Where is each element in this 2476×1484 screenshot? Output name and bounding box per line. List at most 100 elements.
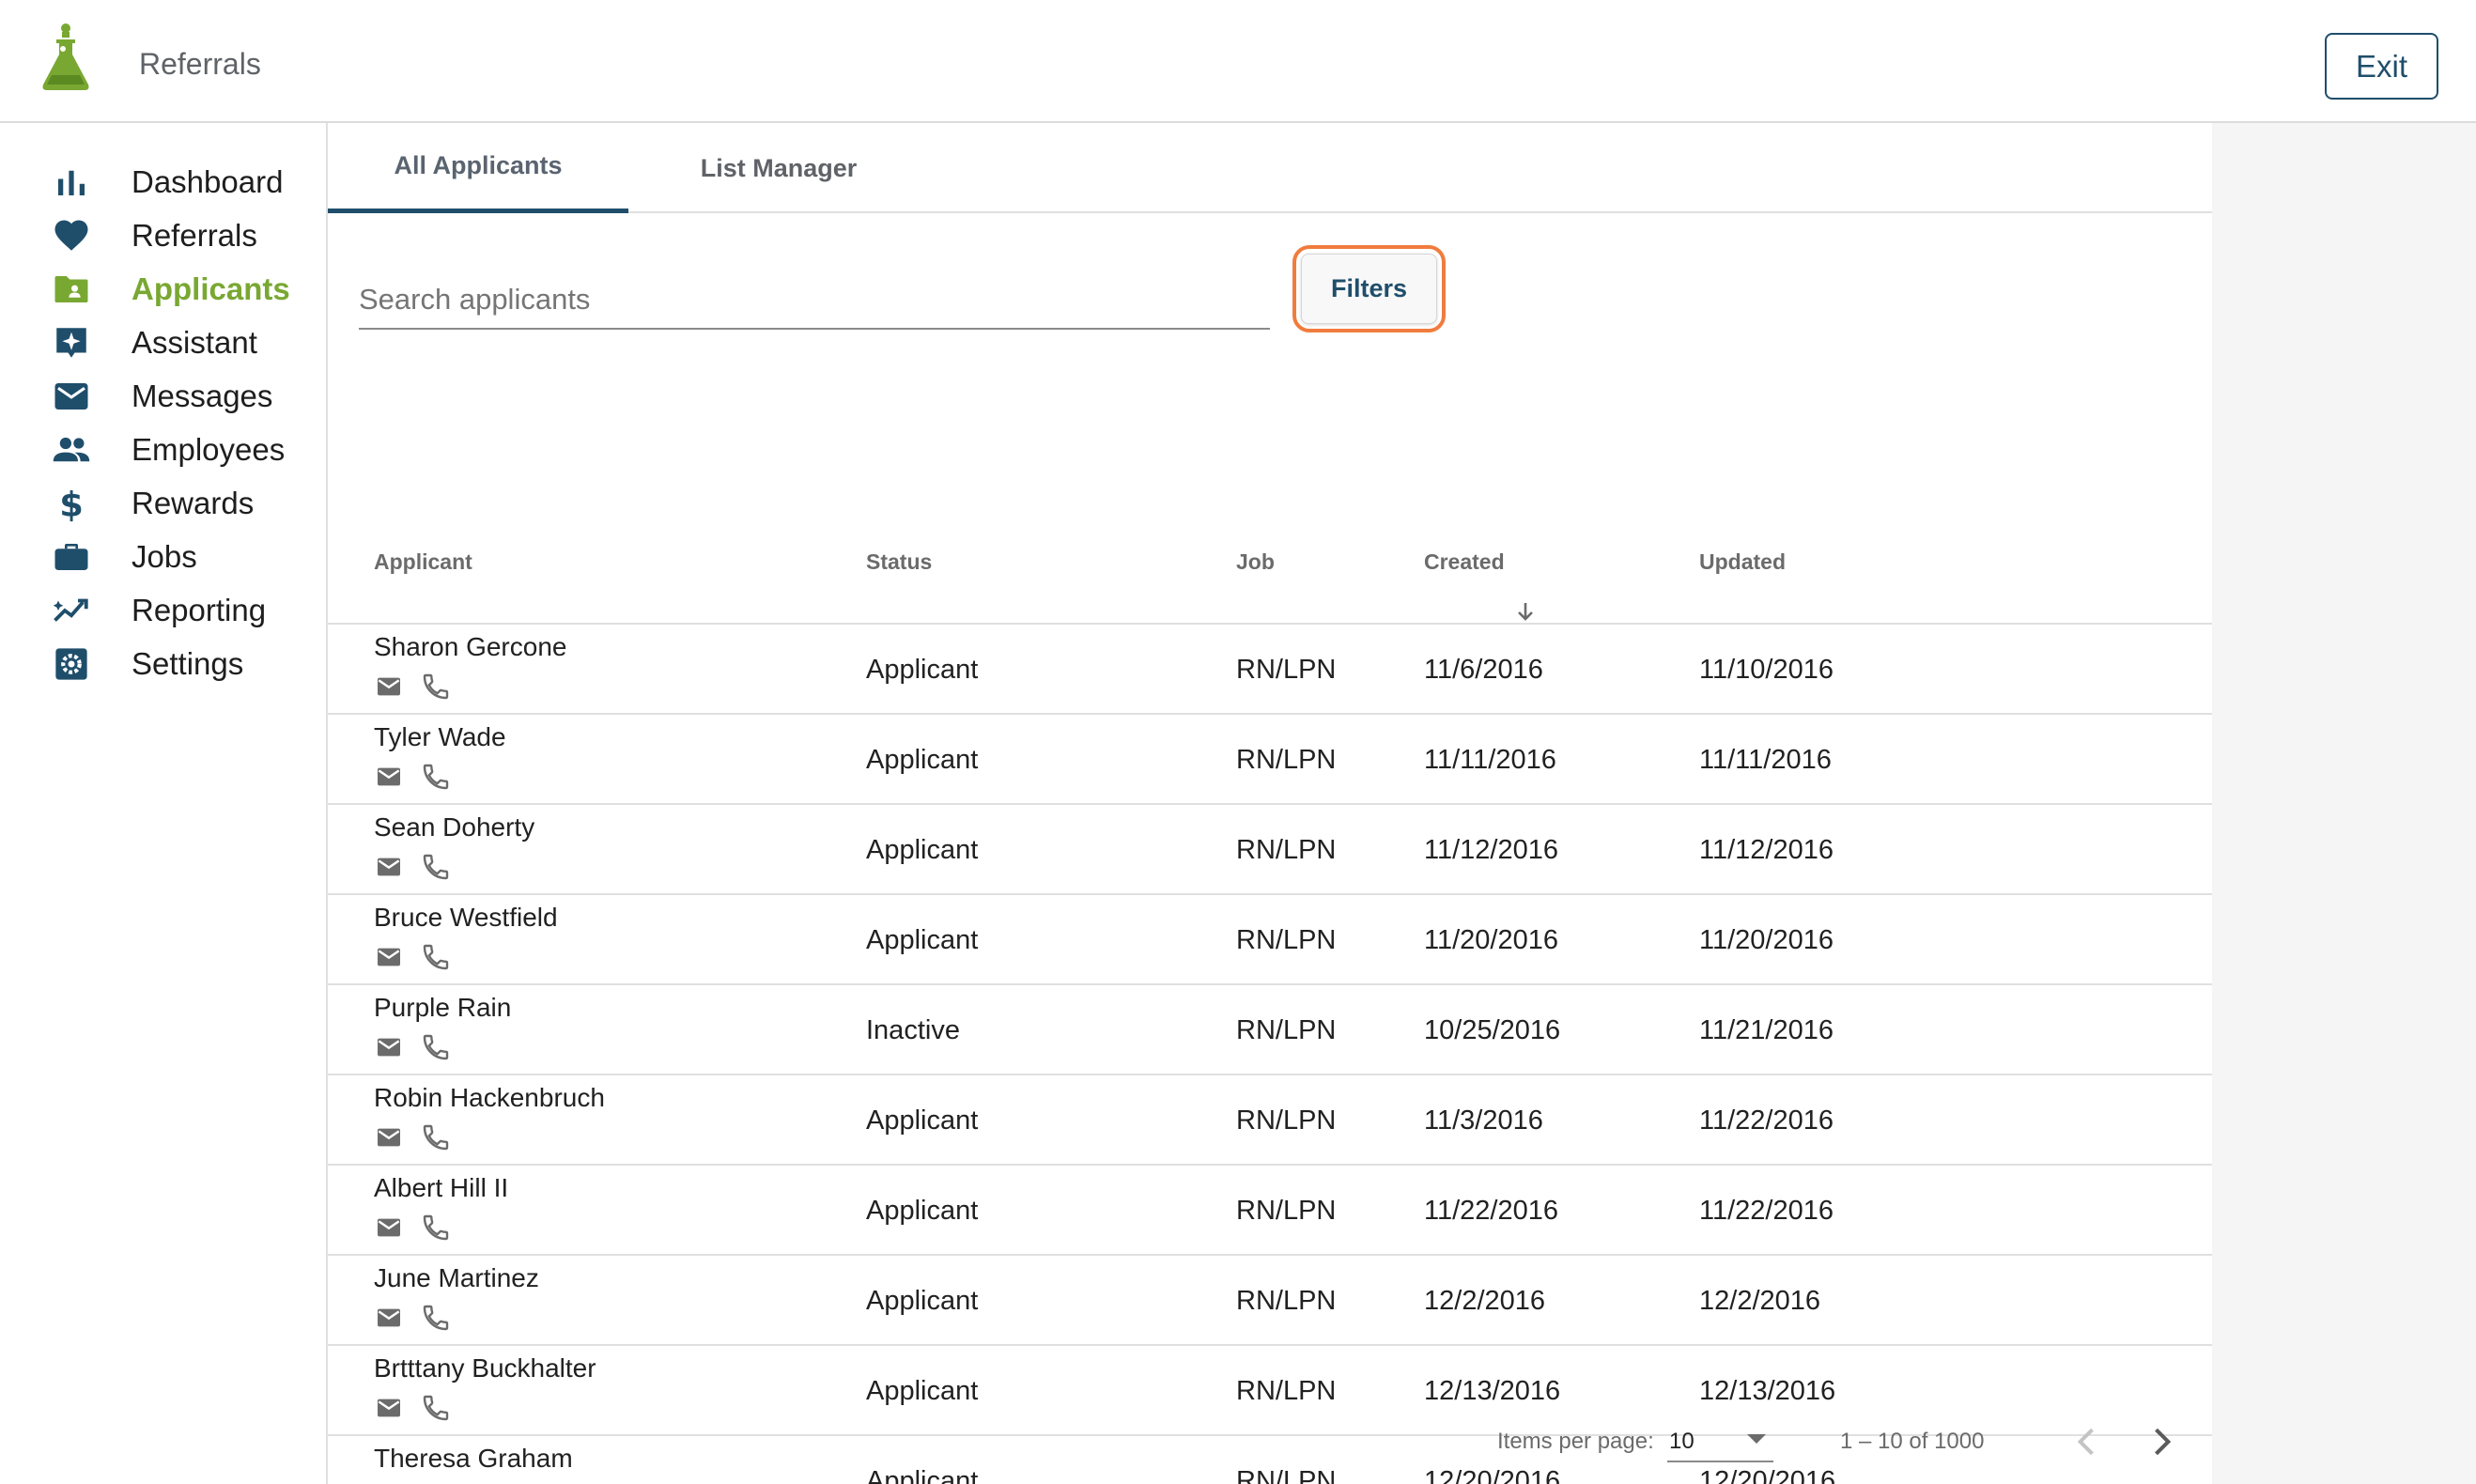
heart-icon (51, 215, 92, 256)
folder-person-icon (51, 269, 92, 310)
applicant-name[interactable]: June Martinez (374, 1263, 539, 1293)
paginator: Items per page: 10 1 – 10 of 1000 (328, 1387, 2212, 1481)
email-icon[interactable] (374, 672, 404, 702)
job-cell: RN/LPN (1236, 655, 1337, 685)
contact-icons (374, 852, 451, 882)
contact-icons (374, 672, 451, 702)
next-page-button[interactable] (2141, 1421, 2182, 1462)
exit-button[interactable]: Exit (2325, 33, 2438, 100)
table-row[interactable]: Sean Doherty Applicant RN/LPN 11/12/2016 11/… (328, 805, 2212, 895)
table-row[interactable]: Sharon Gercone Applicant RN/LPN 11/6/2016 11… (328, 625, 2212, 715)
items-per-page-select[interactable]: 10 (1667, 1421, 1773, 1462)
phone-icon[interactable] (421, 762, 451, 792)
column-header-created[interactable]: Created (1424, 499, 1537, 625)
contact-icons (374, 1213, 451, 1243)
items-per-page-label: Items per page: (1497, 1429, 1654, 1454)
contact-icons (374, 1032, 451, 1062)
status-cell: Applicant (866, 925, 979, 955)
envelope-icon (51, 376, 92, 417)
applicant-name[interactable]: Robin Hackenbruch (374, 1083, 605, 1113)
sidebar-item-label: Rewards (132, 486, 255, 520)
top-bar: Referrals Exit (0, 0, 2476, 123)
email-icon[interactable] (374, 1303, 404, 1333)
updated-cell: 11/11/2016 (1699, 745, 1832, 775)
updated-cell: 11/12/2016 (1699, 835, 1834, 865)
search-input[interactable] (359, 271, 1270, 328)
column-header-job[interactable]: Job (1236, 499, 1275, 625)
trending-icon (51, 590, 92, 631)
created-cell: 11/11/2016 (1424, 745, 1556, 775)
phone-icon[interactable] (421, 1122, 451, 1152)
sidebar: Dashboard Referrals Applicants Assistant… (0, 123, 328, 1484)
arrow-down-icon (1514, 552, 1537, 621)
phone-icon[interactable] (421, 1032, 451, 1062)
applicant-name[interactable]: Brtttany Buckhalter (374, 1353, 596, 1384)
job-cell: RN/LPN (1236, 925, 1337, 955)
sidebar-item-label: Referrals (132, 218, 257, 253)
created-cell: 11/6/2016 (1424, 655, 1543, 685)
applicant-name[interactable]: Tyler Wade (374, 722, 506, 752)
email-icon[interactable] (374, 1122, 404, 1152)
applicant-name[interactable]: Sharon Gercone (374, 632, 566, 662)
tab-all-applicants[interactable]: All Applicants (328, 123, 628, 213)
applicant-name[interactable]: Albert Hill II (374, 1173, 508, 1203)
previous-page-button[interactable] (2066, 1421, 2108, 1462)
sidebar-item-label: Dashboard (132, 164, 284, 199)
sidebar-item-settings[interactable]: Settings (0, 626, 326, 702)
status-cell: Applicant (866, 1105, 979, 1136)
sidebar-item-label: Employees (132, 432, 286, 467)
email-icon[interactable] (374, 852, 404, 882)
table-row[interactable]: Robin Hackenbruch Applicant RN/LPN 11/3/201… (328, 1075, 2212, 1166)
table-row[interactable]: Bruce Westfield Applicant RN/LPN 11/20/2016… (328, 895, 2212, 985)
sidebar-item-label: Assistant (132, 325, 257, 360)
bar-chart-icon (51, 162, 92, 203)
gear-icon (51, 643, 92, 685)
table-header: Applicant Status Job Created Updated (328, 499, 2212, 625)
sidebar-item-label: Applicants (132, 271, 290, 306)
briefcase-icon (51, 536, 92, 578)
created-cell: 11/22/2016 (1424, 1196, 1558, 1226)
email-icon[interactable] (374, 1213, 404, 1243)
tab-bar: All Applicants List Manager (328, 123, 2212, 213)
created-cell: 12/2/2016 (1424, 1286, 1546, 1316)
contact-icons (374, 1303, 451, 1333)
phone-icon[interactable] (421, 672, 451, 702)
table-row[interactable]: Tyler Wade Applicant RN/LPN 11/11/2016 11/11… (328, 715, 2212, 805)
phone-icon[interactable] (421, 1303, 451, 1333)
created-cell: 11/12/2016 (1424, 835, 1558, 865)
email-icon[interactable] (374, 762, 404, 792)
sparkle-chat-icon (51, 322, 92, 363)
updated-cell: 11/22/2016 (1699, 1105, 1834, 1136)
status-cell: Applicant (866, 1286, 979, 1316)
contact-icons (374, 762, 451, 792)
chevron-right-icon (2155, 1428, 2172, 1456)
tab-list-manager[interactable]: List Manager (628, 123, 929, 213)
column-header-applicant[interactable]: Applicant (374, 499, 472, 625)
job-cell: RN/LPN (1236, 835, 1337, 865)
phone-icon[interactable] (421, 852, 451, 882)
column-header-label: Created (1424, 549, 1505, 574)
applicant-name[interactable]: Bruce Westfield (374, 903, 558, 933)
email-icon[interactable] (374, 1032, 404, 1062)
column-header-updated[interactable]: Updated (1699, 499, 1786, 625)
filters-button[interactable]: Filters (1301, 254, 1437, 324)
table-row[interactable]: June Martinez Applicant RN/LPN 12/2/2016 12/… (328, 1256, 2212, 1346)
phone-icon[interactable] (421, 1213, 451, 1243)
applicants-panel: All Applicants List Manager Filters Appl… (328, 123, 2212, 1484)
contact-icons (374, 1122, 451, 1152)
phone-icon[interactable] (421, 942, 451, 972)
status-cell: Applicant (866, 1196, 979, 1226)
email-icon[interactable] (374, 942, 404, 972)
column-header-status[interactable]: Status (866, 499, 932, 625)
search-field (359, 271, 1270, 330)
status-cell: Inactive (866, 1015, 960, 1045)
status-cell: Applicant (866, 835, 979, 865)
svg-text:$: $ (59, 485, 84, 523)
table-row[interactable]: Purple Rain Inactive RN/LPN 10/25/2016 11/21… (328, 985, 2212, 1075)
applicant-name[interactable]: Sean Doherty (374, 812, 534, 842)
table-row[interactable]: Albert Hill II Applicant RN/LPN 11/22/2016 1… (328, 1166, 2212, 1256)
updated-cell: 12/2/2016 (1699, 1286, 1821, 1316)
sidebar-item-label: Messages (132, 379, 273, 413)
status-cell: Applicant (866, 655, 979, 685)
applicant-name[interactable]: Purple Rain (374, 993, 511, 1023)
